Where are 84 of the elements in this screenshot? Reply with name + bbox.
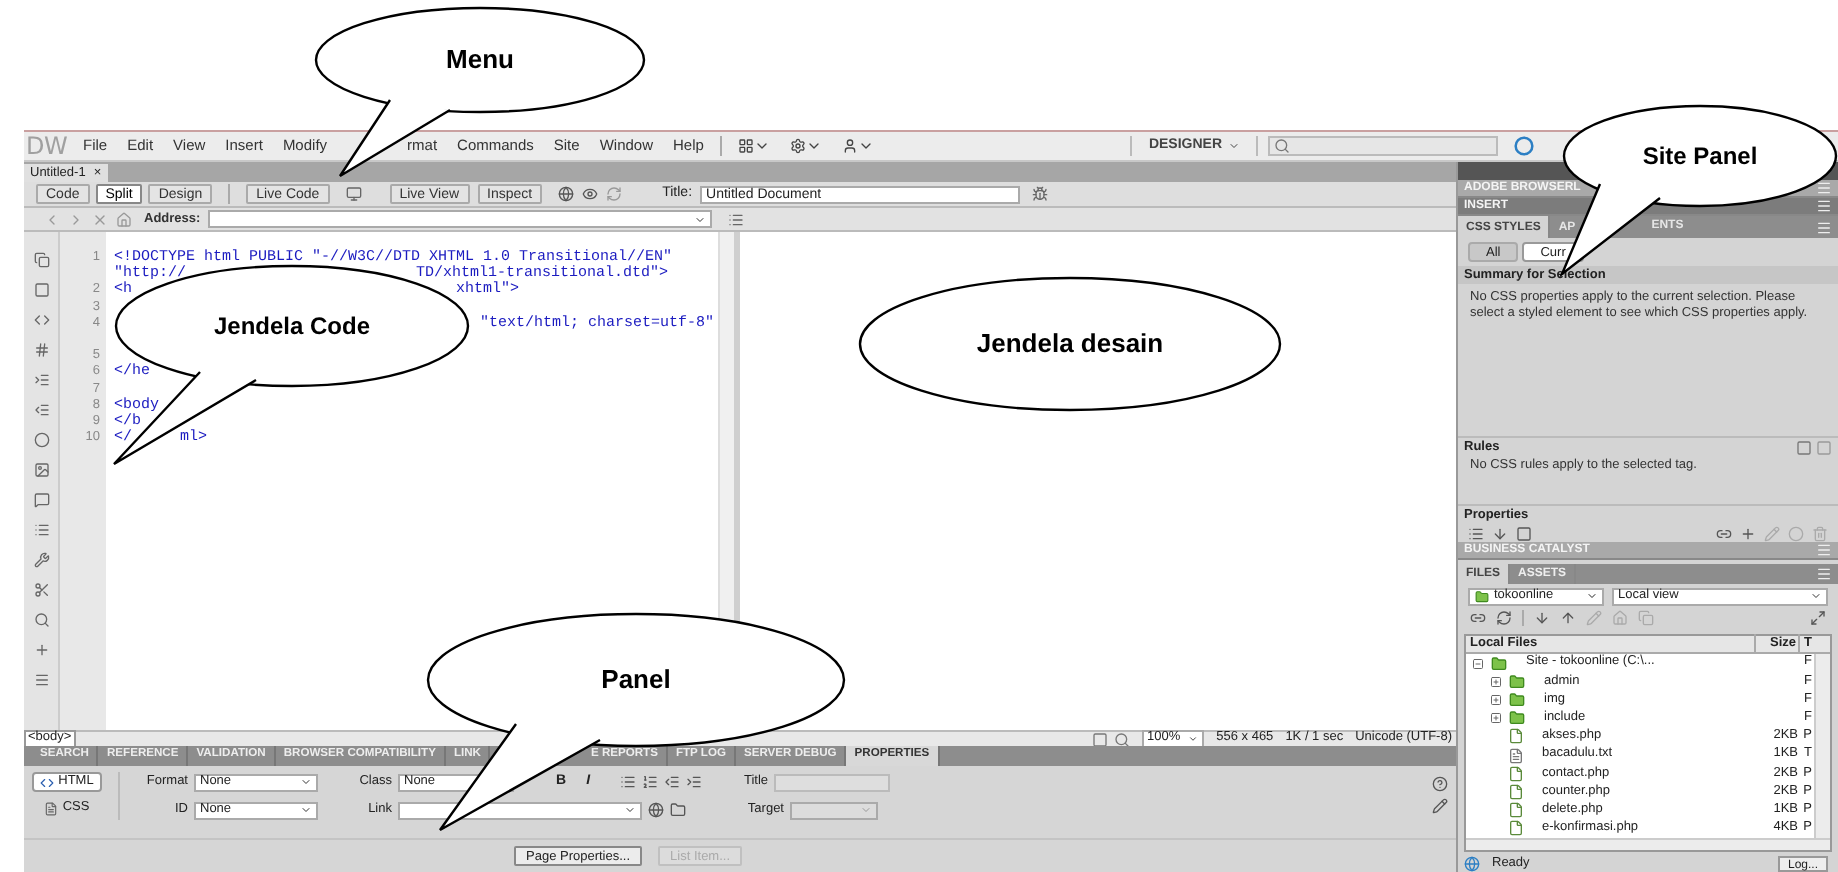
caret-icon bbox=[300, 804, 312, 816]
code-icon bbox=[40, 775, 55, 789]
caret-icon bbox=[857, 138, 874, 154]
folder-icon bbox=[1474, 589, 1490, 604]
caret-icon bbox=[300, 776, 312, 788]
eye-icon[interactable] bbox=[582, 186, 599, 202]
wrench-icon[interactable] bbox=[33, 552, 49, 568]
folder-icon bbox=[1508, 710, 1526, 727]
panel-menu-icon[interactable] bbox=[1816, 180, 1832, 196]
code-icon[interactable] bbox=[33, 312, 49, 328]
caret-icon bbox=[1810, 590, 1822, 603]
address-field[interactable] bbox=[208, 210, 713, 228]
list-icon[interactable] bbox=[728, 211, 745, 227]
folder-icon[interactable] bbox=[670, 802, 686, 818]
pencil-icon[interactable] bbox=[1432, 798, 1448, 814]
scrollbar[interactable] bbox=[1466, 838, 1830, 850]
layout-icon[interactable] bbox=[737, 138, 754, 154]
square-icon[interactable] bbox=[33, 282, 49, 298]
callout-label: Panel bbox=[601, 662, 671, 699]
callout-label: Jendela Code bbox=[213, 310, 371, 344]
file-icon bbox=[1508, 728, 1524, 745]
plus-icon[interactable] bbox=[1740, 525, 1756, 542]
settings-icon[interactable] bbox=[789, 138, 806, 154]
select-icon[interactable] bbox=[1091, 731, 1107, 747]
caret-icon bbox=[1586, 590, 1598, 603]
bug-icon[interactable] bbox=[1032, 186, 1049, 202]
outdent-icon[interactable] bbox=[33, 402, 49, 418]
globe-icon[interactable] bbox=[648, 802, 664, 818]
document-icon bbox=[44, 801, 59, 815]
caret-icon bbox=[860, 804, 872, 816]
folder-icon bbox=[1508, 692, 1526, 709]
square-icon[interactable] bbox=[1516, 525, 1532, 542]
down-arrow-icon[interactable] bbox=[1534, 610, 1550, 627]
user-icon[interactable] bbox=[841, 138, 858, 154]
caret-icon bbox=[1228, 140, 1240, 152]
list-icon[interactable] bbox=[33, 522, 49, 538]
image-icon[interactable] bbox=[33, 462, 49, 478]
expand-icon[interactable] bbox=[1490, 675, 1502, 688]
title-field[interactable] bbox=[774, 773, 891, 791]
caret-icon bbox=[694, 213, 707, 225]
collapse-icon[interactable] bbox=[1472, 657, 1484, 670]
sort-icon[interactable] bbox=[1492, 525, 1508, 542]
indent-icon[interactable] bbox=[686, 774, 703, 790]
refresh-icon[interactable] bbox=[1496, 610, 1512, 627]
copy-icon[interactable] bbox=[33, 252, 49, 268]
circle-icon[interactable] bbox=[1514, 136, 1534, 156]
circle-icon[interactable] bbox=[33, 432, 49, 448]
link-field[interactable] bbox=[398, 801, 642, 819]
callout-label: Site Panel bbox=[1642, 140, 1758, 174]
app-logo: DW bbox=[26, 130, 68, 164]
caret-icon bbox=[753, 138, 770, 154]
caret-icon bbox=[805, 138, 822, 154]
search-icon bbox=[1274, 138, 1290, 154]
outdent-icon[interactable] bbox=[664, 774, 681, 790]
folder-icon bbox=[1490, 655, 1508, 672]
scissors-icon[interactable] bbox=[33, 582, 49, 598]
numbered-list-icon[interactable] bbox=[642, 774, 659, 790]
search-icon[interactable] bbox=[33, 612, 49, 628]
expand-icon[interactable] bbox=[1490, 712, 1502, 725]
help-icon[interactable] bbox=[1432, 776, 1448, 792]
plus-icon[interactable] bbox=[33, 642, 49, 658]
scrollbar[interactable] bbox=[1814, 654, 1830, 838]
caret-icon bbox=[624, 804, 636, 816]
comment-icon[interactable] bbox=[33, 492, 49, 508]
search-field[interactable] bbox=[1268, 136, 1498, 156]
link-icon[interactable] bbox=[1470, 610, 1486, 627]
callout-label: Jendela desain bbox=[976, 326, 1164, 363]
folder-icon bbox=[1508, 673, 1526, 690]
globe-icon[interactable] bbox=[558, 186, 575, 202]
globe-icon bbox=[1464, 855, 1480, 871]
callout-label: Menu bbox=[446, 42, 514, 79]
indent-icon[interactable] bbox=[33, 372, 49, 388]
expand-icon[interactable] bbox=[1490, 694, 1502, 707]
monitor-icon[interactable] bbox=[345, 186, 362, 202]
menu-icon[interactable] bbox=[33, 672, 49, 688]
caret-icon bbox=[1188, 734, 1199, 744]
link-icon[interactable] bbox=[1716, 525, 1732, 542]
bullet-list-icon[interactable] bbox=[620, 774, 637, 790]
hash-icon[interactable] bbox=[33, 342, 49, 358]
expand-icon[interactable] bbox=[1810, 610, 1826, 627]
zoom-icon[interactable] bbox=[1113, 731, 1129, 747]
text-file-icon bbox=[1508, 747, 1524, 764]
up-arrow-icon[interactable] bbox=[1560, 610, 1576, 627]
list-icon[interactable] bbox=[1468, 525, 1484, 542]
